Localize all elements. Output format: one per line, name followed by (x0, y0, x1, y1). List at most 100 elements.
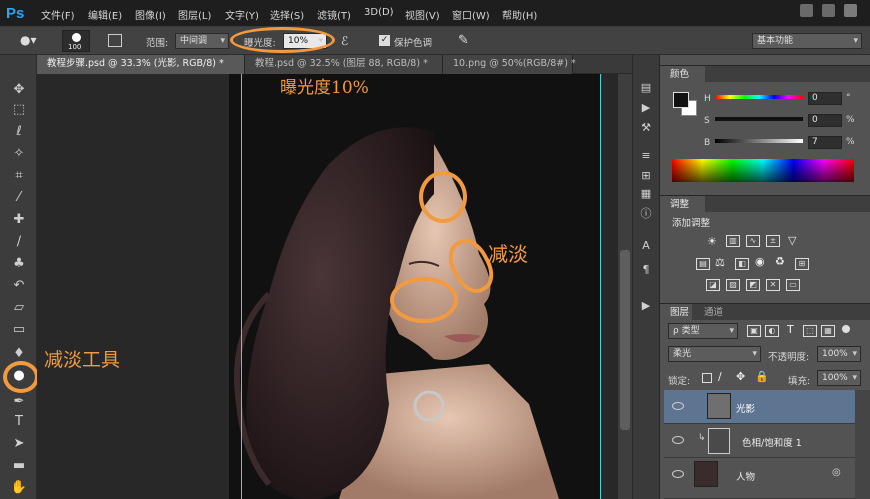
maximize-button[interactable] (822, 4, 835, 17)
type-tool-icon[interactable]: T (7, 412, 31, 432)
adjustments-panel-title[interactable]: 调整 (660, 196, 705, 213)
airbrush-icon[interactable]: ℰ (341, 34, 348, 48)
move-tool-icon[interactable]: ✥ (7, 80, 31, 100)
menu-filter[interactable]: 滤镜(T) (317, 7, 351, 22)
saturation-value[interactable]: 0 (808, 114, 842, 127)
bw-adjust-icon[interactable]: ◧ (735, 258, 749, 270)
marquee-tool-icon[interactable]: ⬚ (7, 100, 31, 120)
brightness-slider[interactable] (715, 139, 803, 143)
healing-brush-tool-icon[interactable]: ✚ (7, 210, 31, 230)
menu-layer[interactable]: 图层(L) (178, 7, 211, 22)
guide-line-right[interactable] (600, 74, 601, 499)
layer-row[interactable]: ↳ 色相/饱和度 1 (664, 424, 855, 458)
visibility-eye-icon[interactable] (672, 470, 684, 478)
path-select-tool-icon[interactable]: ➤ (7, 434, 31, 454)
layer-name[interactable]: 人物 (736, 469, 755, 483)
vibrance-adjust-icon[interactable]: ▽ (788, 234, 796, 247)
hand-tool-icon[interactable]: ✋ (7, 478, 31, 498)
eraser-tool-icon[interactable]: ▱ (7, 298, 31, 318)
filter-shape-icon[interactable]: ⬚ (803, 325, 817, 337)
filter-type-icon[interactable]: T (787, 323, 794, 336)
lock-position-icon[interactable]: ✥ (736, 370, 745, 383)
layer-name[interactable]: 光影 (736, 401, 755, 415)
blend-mode-select[interactable]: 柔光 (668, 346, 761, 362)
protect-tones-checkbox[interactable]: ✓ (379, 35, 390, 46)
actions-panel-icon[interactable]: ▶ (637, 100, 655, 116)
foreground-color-swatch[interactable] (673, 92, 689, 108)
visibility-eye-icon[interactable] (672, 402, 684, 410)
fill-input[interactable]: 100% (817, 370, 861, 386)
layers-scrollbar[interactable] (855, 390, 870, 499)
history-brush-tool-icon[interactable]: ↶ (7, 276, 31, 296)
hue-value[interactable]: 0 (808, 92, 842, 105)
levels-adjust-icon[interactable]: ▥ (726, 235, 740, 247)
clone-stamp-tool-icon[interactable]: ♣ (7, 254, 31, 274)
menu-type[interactable]: 文字(Y) (225, 7, 259, 22)
exposure-adjust-icon[interactable]: ± (766, 235, 780, 247)
menu-help[interactable]: 帮助(H) (502, 7, 537, 22)
tab-document-3[interactable]: 10.png @ 50%(RGB/8#) * (443, 55, 576, 74)
threshold-adjust-icon[interactable]: ◩ (746, 279, 760, 291)
shape-tool-icon[interactable]: ▬ (7, 456, 31, 476)
filter-smart-object-icon[interactable]: ▦ (821, 325, 835, 337)
brush-panel-dock-icon[interactable]: ≡ (637, 148, 655, 164)
gradient-tool-icon[interactable]: ▭ (7, 320, 31, 340)
saturation-slider[interactable] (715, 117, 803, 121)
menu-edit[interactable]: 编辑(E) (88, 7, 122, 22)
hue-slider[interactable] (715, 95, 803, 99)
dodge-tool-preset-icon[interactable]: ●▾ (20, 33, 44, 49)
channel-mixer-adjust-icon[interactable]: ♻ (775, 255, 785, 268)
pen-tool-icon[interactable]: ✒ (7, 392, 31, 412)
brush-preset-picker[interactable]: 100 (62, 30, 90, 52)
layer-name[interactable]: 色相/饱和度 1 (742, 435, 802, 449)
character-panel-icon[interactable]: A (637, 238, 655, 254)
posterize-adjust-icon[interactable]: ▨ (726, 279, 740, 291)
layer-row[interactable]: 人物 ◎ (664, 458, 855, 499)
hue-sat-adjust-icon[interactable]: ▤ (696, 258, 710, 270)
close-button[interactable] (844, 4, 857, 17)
menu-3d[interactable]: 3D(D) (364, 7, 394, 18)
info-panel-icon[interactable]: ⓘ (637, 206, 655, 222)
menu-window[interactable]: 窗口(W) (452, 7, 490, 22)
photo-filter-adjust-icon[interactable]: ◉ (755, 255, 765, 268)
tab-document-2[interactable]: 教程.psd @ 32.5% (图层 88, RGB/8) * (245, 55, 443, 74)
lock-all-icon[interactable]: 🔒 (755, 370, 769, 383)
color-panel-title[interactable]: 颜色 (660, 66, 705, 83)
properties-icon[interactable]: ▦ (637, 186, 655, 202)
tool-presets-icon[interactable]: ⚒ (637, 120, 655, 136)
workspace-select[interactable]: 基本功能 (752, 33, 862, 49)
menu-view[interactable]: 视图(V) (405, 7, 440, 22)
paragraph-panel-icon[interactable]: ¶ (637, 262, 655, 278)
gradient-map-adjust-icon[interactable]: ▭ (786, 279, 800, 291)
curves-adjust-icon[interactable]: ∿ (746, 235, 760, 247)
minimize-button[interactable] (800, 4, 813, 17)
history-panel-icon[interactable]: ▤ (637, 80, 655, 96)
tab-document-1[interactable]: 教程步骤.psd @ 33.3% (光影, RGB/8) * (37, 55, 245, 74)
color-spectrum-bar[interactable] (672, 159, 854, 182)
quick-select-tool-icon[interactable]: ✧ (7, 144, 31, 164)
lasso-tool-icon[interactable]: ℓ (7, 122, 31, 142)
filter-pixel-icon[interactable]: ▣ (747, 325, 761, 337)
opacity-input[interactable]: 100% (817, 346, 861, 362)
lock-pixels-icon[interactable]: ∕ (718, 370, 722, 383)
timeline-panel-icon[interactable]: ▶ (637, 298, 655, 314)
crop-tool-icon[interactable]: ⌗ (7, 166, 31, 186)
selective-color-adjust-icon[interactable]: ✕ (766, 279, 780, 291)
invert-adjust-icon[interactable]: ◪ (706, 279, 720, 291)
brightness-adjust-icon[interactable]: ☀ (707, 235, 717, 248)
scrollbar-thumb[interactable] (620, 250, 630, 430)
menu-file[interactable]: 文件(F) (41, 7, 75, 22)
range-select[interactable]: 中间调 (175, 33, 229, 49)
menu-select[interactable]: 选择(S) (270, 7, 304, 22)
layer-filter-select[interactable]: ρ 类型 (668, 323, 738, 339)
clone-source-icon[interactable]: ⊞ (637, 168, 655, 184)
brightness-value[interactable]: 7 (808, 136, 842, 149)
filter-toggle-icon[interactable] (842, 325, 850, 333)
visibility-eye-icon[interactable] (672, 436, 684, 444)
tab-channels[interactable]: 通道 (694, 304, 734, 321)
tab-layers[interactable]: 图层 (660, 304, 692, 321)
filter-adjustment-icon[interactable]: ◐ (765, 325, 779, 337)
color-lookup-adjust-icon[interactable]: ⊞ (795, 258, 809, 270)
brush-tool-icon[interactable]: ∕ (7, 232, 31, 252)
pressure-icon[interactable]: ✎ (458, 33, 469, 48)
